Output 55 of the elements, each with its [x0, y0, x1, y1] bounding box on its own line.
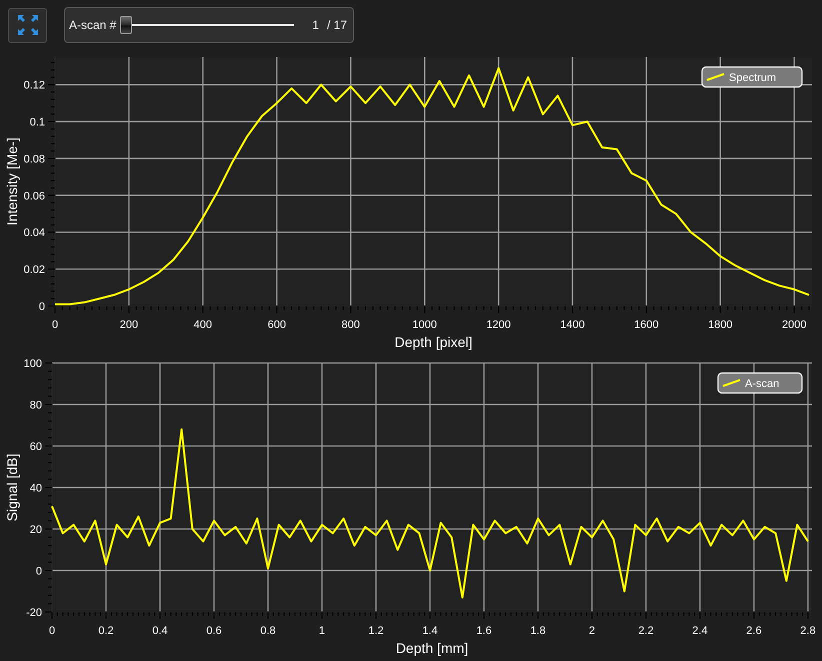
axis-title: Signal [dB]: [4, 454, 20, 522]
tick-label: 1.6: [476, 625, 492, 637]
tick-label: 80: [30, 400, 42, 412]
tick-label: 0.12: [24, 80, 45, 92]
tick-label: 0.4: [152, 625, 168, 637]
tick-label: 0.6: [206, 625, 222, 637]
tick-label: 0.1: [30, 116, 45, 129]
tick-label: 400: [194, 319, 212, 331]
tick-label: 1600: [634, 319, 659, 331]
expand-icon: [18, 15, 38, 35]
tick-label: 0.02: [24, 264, 45, 276]
slider-track[interactable]: [120, 16, 294, 34]
tick-label: 2.4: [692, 625, 708, 637]
legend-swatch: [706, 73, 724, 81]
tick-label: 0.2: [98, 625, 114, 637]
tick-label: 2.6: [746, 625, 762, 637]
legend-label: A-scan: [745, 378, 780, 390]
tick-label: 0: [38, 301, 45, 313]
tick-label: 0.08: [24, 153, 45, 166]
tick-label: 800: [342, 319, 360, 331]
tick-label: 0.06: [24, 190, 45, 202]
tick-label: 0.8: [260, 625, 276, 637]
tick-label: 0: [36, 566, 42, 578]
tick-label: 1.4: [422, 625, 438, 637]
tick-label: 0: [48, 625, 56, 637]
tick-label: 0: [52, 319, 58, 331]
tick-label: 1.2: [368, 625, 384, 637]
tick-label: 1: [318, 625, 326, 637]
tick-label: 600: [268, 319, 286, 331]
tick-label: 20: [30, 524, 42, 536]
legend-swatch: [722, 379, 740, 387]
tick-label: 2: [588, 625, 596, 637]
axis-title: Depth [pixel]: [394, 334, 472, 350]
tick-label: 1400: [560, 319, 585, 331]
tick-label: 2000: [782, 319, 806, 331]
fit-view-button[interactable]: [8, 8, 47, 42]
tick-label: 40: [30, 482, 42, 494]
tick-label: 200: [120, 319, 138, 331]
tick-label: 0.04: [24, 227, 45, 240]
tick-label: 2.8: [800, 625, 816, 637]
tick-label: 1800: [708, 319, 733, 331]
tick-label: -20: [26, 607, 42, 619]
tick-label: 2.2: [638, 625, 654, 637]
axis-title: Intensity [Me-]: [4, 138, 20, 226]
axis-title: Depth [mm]: [396, 640, 468, 656]
total-count: / 17: [326, 18, 347, 32]
slider-thumb[interactable]: [120, 16, 132, 34]
tick-label: 1.8: [530, 625, 546, 637]
tick-label: 60: [30, 441, 42, 453]
legend-label: Spectrum: [729, 72, 776, 84]
tick-label: 1000: [412, 319, 437, 331]
tick-label: 100: [24, 358, 42, 370]
slider-label: A-scan #: [69, 18, 116, 32]
current-index: 1: [312, 18, 319, 32]
tick-label: 1200: [486, 319, 511, 331]
